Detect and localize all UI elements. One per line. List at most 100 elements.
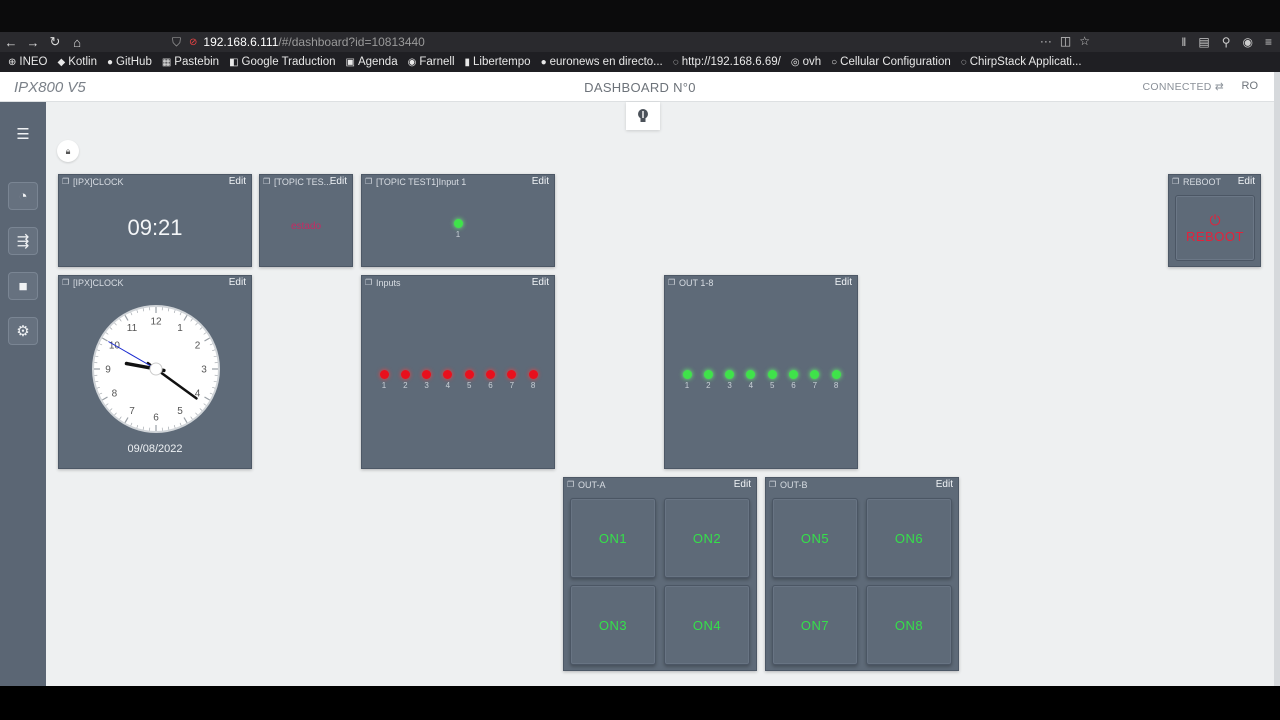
bookmark-item[interactable]: ◧ Google Traduction	[229, 56, 335, 68]
edit-button[interactable]: Edit	[1238, 175, 1255, 189]
topic-value: estado	[290, 221, 322, 232]
globe-icon: ⊕	[8, 56, 17, 68]
switch-on2-button[interactable]: ON2	[664, 498, 750, 578]
bookmark-item[interactable]: ◌ http://192.168.6.69/	[673, 56, 781, 68]
kotlin-icon: ◆	[57, 56, 66, 68]
widget-header: ❐ [IPX]CLOCK	[59, 175, 251, 189]
github-icon: ●	[107, 56, 114, 68]
io-link-icon[interactable]: ⇶	[8, 227, 38, 255]
out-a-widget: ❐ OUT-A Edit ON1 ON2 ON3 ON4	[563, 477, 757, 671]
url-host: 192.168.6.111	[203, 35, 279, 49]
bookmark-label: Agenda	[357, 56, 398, 68]
led-label: 6	[488, 381, 493, 390]
switch-on4-button[interactable]: ON4	[664, 585, 750, 665]
bookmark-label: Kotlin	[68, 56, 97, 68]
bookmark-item[interactable]: ● GitHub	[107, 56, 152, 68]
switch-on7-button[interactable]: ON7	[772, 585, 858, 665]
led-6: 6	[485, 370, 497, 390]
edit-button[interactable]: Edit	[330, 175, 347, 189]
switch-on1-button[interactable]: ON1	[570, 498, 656, 578]
account-icon[interactable]: ◉	[1243, 35, 1253, 49]
bookmarks-bar: ⊕ INEO ◆ Kotlin ● GitHub ▦ Pastebin ◧ Google Trad…	[0, 52, 1280, 72]
analog-clock-face: 121234567891011	[92, 305, 220, 433]
clock-number: 10	[109, 341, 121, 352]
bookmark-item[interactable]: ▣ Agenda	[346, 56, 398, 68]
edit-button[interactable]: Edit	[229, 276, 246, 290]
forward-arrow-icon[interactable]: →	[22, 35, 44, 50]
settings-gears-icon[interactable]: ⚙	[8, 317, 38, 345]
clock-number: 12	[150, 317, 162, 328]
edit-button[interactable]: Edit	[532, 276, 549, 290]
widget-title: Inputs	[376, 278, 401, 288]
library-icon[interactable]: ‖	[1181, 35, 1186, 49]
page-scrollbar[interactable]	[1274, 72, 1280, 686]
clock-number: 7	[129, 406, 135, 417]
app-header: IPX800 V5 DASHBOARD N°0 CONNECTED ⇄ RO	[0, 72, 1280, 102]
widget-header: ❐ [IPX]CLOCK	[59, 276, 251, 290]
pocket-icon[interactable]: ◫	[1060, 34, 1071, 48]
bookmark-item[interactable]: ◆ Kotlin	[58, 56, 97, 68]
home-icon[interactable]: ⌂	[66, 35, 88, 50]
sidebar-toggle-icon[interactable]: ▤	[1198, 35, 1209, 49]
calendar-icon: ▣	[345, 56, 355, 68]
bookmark-item[interactable]: ▦ Pastebin	[162, 56, 219, 68]
edit-button[interactable]: Edit	[229, 175, 246, 189]
bookmark-item[interactable]: ● euronews en directo...	[541, 56, 663, 68]
led-label: 8	[530, 381, 536, 390]
led-label: 2	[706, 381, 711, 390]
switch-on8-button[interactable]: ON8	[866, 585, 952, 665]
google-translate-icon: ◧	[229, 56, 239, 68]
out-1-8-widget: ❐ OUT 1-8 Edit 1 2 3 4 5 6 7 8	[664, 275, 858, 469]
back-arrow-icon[interactable]: ←	[0, 35, 22, 50]
led-indicator	[703, 370, 713, 379]
widget-window-icon: ❐	[1172, 177, 1180, 186]
widget-window-icon: ❐	[62, 177, 70, 186]
dashboard-title: DASHBOARD N°0	[584, 80, 696, 95]
clock-number: 1	[177, 323, 183, 334]
led-label: 7	[509, 381, 515, 390]
bookmark-item[interactable]: ○ Cellular Configuration	[831, 56, 951, 68]
reload-icon[interactable]: ↻	[44, 34, 66, 50]
led-4: 4	[745, 370, 757, 390]
widget-title: REBOOT	[1183, 177, 1222, 187]
user-avatar[interactable]: RO	[1242, 80, 1259, 92]
zoom-icon[interactable]: ⚲	[1222, 35, 1231, 49]
bookmark-label: euronews en directo...	[549, 56, 663, 68]
led-8: 8	[527, 370, 539, 390]
widget-title: [TOPIC TES...	[274, 177, 332, 187]
edit-button[interactable]: Edit	[532, 175, 549, 189]
switch-on5-button[interactable]: ON5	[772, 498, 858, 578]
bookmark-item[interactable]: ▮ Libertempo	[465, 56, 531, 68]
widget-window-icon: ❐	[263, 177, 271, 186]
clock-center-cap	[149, 362, 163, 376]
edit-button[interactable]: Edit	[734, 478, 751, 492]
led-3: 3	[421, 370, 433, 390]
more-actions-icon[interactable]: ···	[1040, 34, 1052, 48]
led-5: 5	[766, 370, 778, 390]
input-led: 1	[452, 219, 464, 239]
led-indicator	[464, 370, 474, 379]
bookmark-star-icon[interactable]: ☆	[1079, 34, 1090, 48]
clock-number: 6	[153, 413, 159, 424]
bookmark-item[interactable]: ◎ ovh	[791, 56, 821, 68]
bookmark-item[interactable]: ◌ ChirpStack Applicati...	[961, 56, 1082, 68]
reboot-button[interactable]: ⏻ REBOOT	[1175, 195, 1255, 261]
led-indicator	[486, 370, 495, 379]
lock-icon[interactable]: 🔒︎	[57, 140, 79, 162]
menu-icon[interactable]: ≡	[1265, 35, 1272, 49]
bookmark-item[interactable]: ◉ Farnell	[408, 56, 455, 68]
edit-button[interactable]: Edit	[835, 276, 852, 290]
menu-list-icon[interactable]: ☰	[8, 120, 38, 148]
address-bar[interactable]: ⛉ ⊘ 192.168.6.111/#/dashboard?id=1081344…	[160, 32, 1090, 52]
led-label: 3	[727, 381, 732, 390]
edit-button[interactable]: Edit	[936, 478, 953, 492]
clock-number: 5	[177, 406, 183, 417]
switch-on3-button[interactable]: ON3	[570, 585, 656, 665]
dashboard-gauge-icon[interactable]: ◔	[8, 182, 38, 210]
widget-title: [IPX]CLOCK	[73, 177, 124, 187]
bookmark-item[interactable]: ⊕ INEO	[8, 56, 48, 68]
camera-icon[interactable]: ■	[8, 272, 38, 300]
lightbulb-icon[interactable]	[626, 102, 660, 130]
switch-on6-button[interactable]: ON6	[866, 498, 952, 578]
bookmark-label: Farnell	[419, 56, 455, 68]
